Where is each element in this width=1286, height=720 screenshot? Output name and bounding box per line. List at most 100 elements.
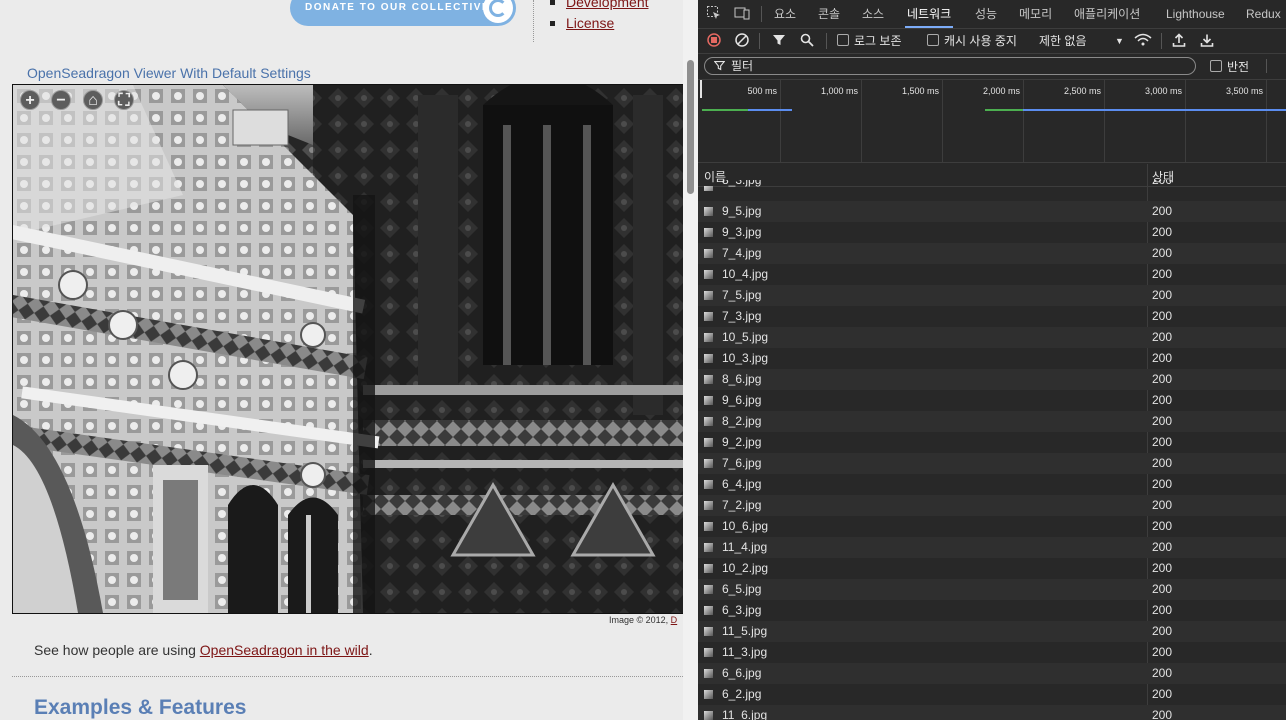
top-link-item: License — [550, 13, 649, 34]
table-row[interactable]: 10_4.jpg 200 — [698, 264, 1286, 285]
openseadragon-viewer[interactable]: + − ⌂ ⛶ — [12, 84, 683, 614]
table-row[interactable]: 6_6.jpg 200 — [698, 663, 1286, 684]
image-file-icon — [704, 417, 713, 426]
request-name: 10_5.jpg — [722, 330, 769, 344]
preserve-log-checkbox[interactable]: 로그 보존 — [837, 33, 902, 49]
request-name: 10_4.jpg — [722, 267, 769, 281]
request-status: 200 — [1152, 351, 1173, 365]
image-file-icon — [704, 480, 713, 489]
tab-application[interactable]: 애플리케이션 — [1074, 0, 1140, 28]
tab-lighthouse[interactable]: Lighthouse — [1166, 0, 1225, 28]
tab-performance[interactable]: 성능 — [975, 0, 997, 28]
request-status: 200 — [1152, 309, 1173, 323]
home-button[interactable]: ⌂ — [83, 90, 103, 110]
checkbox-icon — [837, 34, 849, 46]
table-row[interactable]: 10_5.jpg 200 — [698, 327, 1286, 348]
network-overview-timeline[interactable]: 500 ms 1,000 ms 1,500 ms 2,000 ms 2,500 … — [698, 80, 1286, 163]
request-name: 6_4.jpg — [722, 477, 762, 491]
devtools-panel: 요소 콘솔 소스 네트워크 성능 메모리 애플리케이션 Lighthouse R… — [698, 0, 1286, 720]
image-file-icon — [704, 396, 713, 405]
table-row[interactable]: 10_2.jpg 200 — [698, 558, 1286, 579]
request-status: 200 — [1152, 372, 1173, 386]
full-page-button[interactable]: ⛶ — [114, 90, 134, 110]
table-row[interactable]: 9_5.jpg 200 — [698, 201, 1286, 222]
table-row[interactable]: 11_4.jpg 200 — [698, 537, 1286, 558]
tab-elements[interactable]: 요소 — [774, 0, 796, 28]
table-row[interactable]: 11_3.jpg 200 — [698, 642, 1286, 663]
image-file-icon — [704, 711, 713, 720]
table-row[interactable]: 9_2.jpg 200 — [698, 432, 1286, 453]
request-name: 10_2.jpg — [722, 561, 769, 575]
request-status: 200 — [1152, 246, 1173, 260]
tab-memory[interactable]: 메모리 — [1019, 0, 1052, 28]
request-status: 200 — [1152, 456, 1173, 470]
request-name: 6_2.jpg — [722, 687, 762, 701]
wild-link[interactable]: OpenSeadragon in the wild — [200, 642, 369, 658]
clear-icon[interactable] — [735, 33, 749, 49]
table-row[interactable]: 6_5.jpg 200 — [698, 579, 1286, 600]
import-har-icon[interactable] — [1172, 33, 1186, 49]
credit-link[interactable]: D — [671, 615, 678, 625]
page-scrollbar-thumb[interactable] — [687, 60, 694, 194]
request-name: 11_4.jpg — [722, 540, 768, 554]
request-name: 8_3.jpg — [722, 180, 762, 187]
device-toolbar-icon[interactable] — [734, 0, 750, 28]
table-row[interactable]: 9_6.jpg 200 — [698, 390, 1286, 411]
filter-input[interactable]: 필터 — [704, 57, 1196, 75]
table-row[interactable]: 8_3.jpg 200 — [698, 180, 1286, 191]
table-row[interactable]: 7_5.jpg 200 — [698, 285, 1286, 306]
table-row[interactable]: 10_3.jpg 200 — [698, 348, 1286, 369]
tab-sources[interactable]: 소스 — [862, 0, 884, 28]
table-row[interactable]: 8_2.jpg 200 — [698, 411, 1286, 432]
request-status: 200 — [1152, 288, 1173, 302]
wild-paragraph: See how people are using OpenSeadragon i… — [34, 642, 373, 658]
inspect-element-icon[interactable] — [706, 0, 722, 28]
timeline-bar-waiting — [985, 109, 1023, 111]
table-row[interactable]: 7_4.jpg 200 — [698, 243, 1286, 264]
table-row[interactable]: 8_6.jpg 200 — [698, 369, 1286, 390]
throttling-select[interactable]: 제한 없음 ▼ — [1039, 33, 1124, 49]
header-divider — [533, 0, 534, 42]
filter-icon — [713, 59, 726, 75]
disable-cache-label: 캐시 사용 중지 — [944, 34, 1017, 48]
development-link[interactable]: Development — [566, 0, 649, 10]
tab-redux[interactable]: Redux — [1246, 0, 1281, 28]
image-file-icon — [704, 375, 713, 384]
request-name: 11_5.jpg — [722, 624, 768, 638]
table-row[interactable]: 9_3.jpg 200 — [698, 222, 1286, 243]
zoom-in-button[interactable]: + — [20, 90, 40, 110]
table-row[interactable]: 11_6.jpg 200 — [698, 705, 1286, 720]
disable-cache-checkbox[interactable]: 캐시 사용 중지 — [927, 33, 1017, 49]
zoom-out-button[interactable]: − — [51, 90, 71, 110]
filter-icon[interactable] — [772, 33, 786, 49]
request-name: 9_5.jpg — [722, 204, 762, 218]
table-row[interactable]: 11_5.jpg 200 — [698, 621, 1286, 642]
table-row[interactable]: 6_4.jpg 200 — [698, 474, 1286, 495]
tab-separator — [761, 6, 762, 22]
tab-network[interactable]: 네트워크 — [904, 0, 954, 28]
timeline-label: 2,500 ms — [1063, 86, 1101, 96]
record-stop-icon[interactable] — [707, 33, 721, 49]
donate-button[interactable]: DONATE TO OUR COLLECTIVE — [290, 0, 516, 26]
filter-placeholder: 필터 — [731, 59, 754, 73]
timeline-label: 2,000 ms — [982, 86, 1020, 96]
table-row[interactable]: 10_6.jpg 200 — [698, 516, 1286, 537]
image-file-icon — [704, 228, 713, 237]
table-row[interactable]: 6_2.jpg 200 — [698, 684, 1286, 705]
table-row[interactable]: 7_3.jpg 200 — [698, 306, 1286, 327]
table-row[interactable]: 7_2.jpg 200 — [698, 495, 1286, 516]
export-har-icon[interactable] — [1200, 33, 1214, 49]
search-icon[interactable] — [800, 33, 814, 49]
image-file-icon — [704, 270, 713, 279]
tab-console[interactable]: 콘솔 — [818, 0, 840, 28]
table-row[interactable]: 6_3.jpg 200 — [698, 600, 1286, 621]
image-file-icon — [704, 207, 713, 216]
table-row[interactable]: 7_6.jpg 200 — [698, 453, 1286, 474]
request-name: 9_6.jpg — [722, 393, 762, 407]
network-conditions-icon[interactable] — [1134, 33, 1152, 49]
request-name: 10_3.jpg — [722, 351, 769, 365]
license-link[interactable]: License — [566, 15, 614, 31]
image-file-icon — [704, 438, 713, 447]
invert-checkbox[interactable]: 반전 — [1210, 59, 1249, 75]
timeline-bar-download — [748, 109, 792, 111]
